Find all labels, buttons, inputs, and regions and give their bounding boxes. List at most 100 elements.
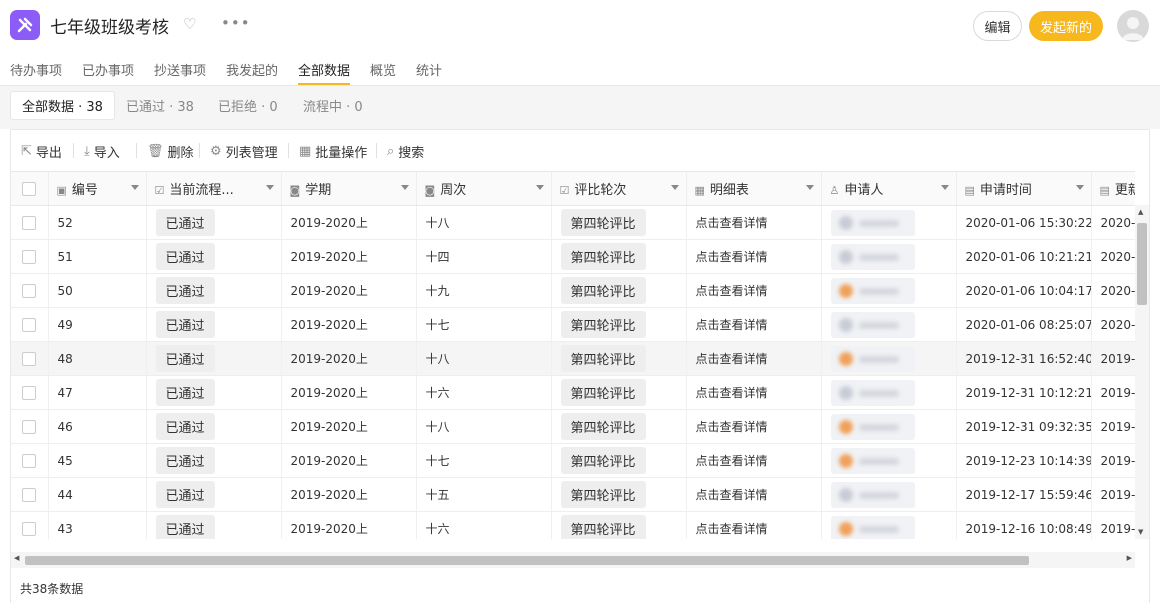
new-request-button[interactable]: 发起新的 [1029,11,1103,41]
export-button[interactable]: ⇱ 导出 [21,142,62,161]
filter-in-progress[interactable]: 流程中 · 0 [292,91,374,120]
chevron-down-icon[interactable] [130,185,139,190]
applicant-name-redacted [858,219,899,227]
tab-done[interactable]: 已办事项 [82,60,134,79]
row-checkbox[interactable] [22,215,36,230]
detail-value[interactable]: 点击查看详情 [696,386,768,400]
scroll-thumb[interactable] [1137,223,1147,305]
delete-button[interactable]: 🗑 删除 [147,142,194,161]
chevron-down-icon[interactable] [805,185,814,190]
column-header-time[interactable]: ▤ 申请时间 [956,171,1092,206]
tab-stats[interactable]: 统计 [416,60,442,79]
status-badge: 已通过 [155,481,215,508]
time-value: 2019-12-31 16:52:40 [965,351,1091,366]
detail-value[interactable]: 点击查看详情 [696,420,768,434]
cell-term: 2019-2020上 [281,409,417,444]
detail-value[interactable]: 点击查看详情 [696,216,768,230]
column-header-id[interactable]: ▣ 编号 [48,171,147,206]
table-row[interactable]: 52 已通过 2019-2020上 十八 第四轮评比 点击查看详情 2020-01-06 1… [11,205,1135,240]
update-value: 2019- [1100,453,1136,468]
edit-button[interactable]: 编辑 [973,11,1022,41]
table-row[interactable]: 51 已通过 2019-2020上 十四 第四轮评比 点击查看详情 2020-01-06 1… [11,239,1135,274]
round-badge: 第四轮评比 [560,311,646,338]
row-checkbox[interactable] [22,351,36,366]
table-row[interactable]: 49 已通过 2019-2020上 十七 第四轮评比 点击查看详情 2020-01-06 0… [11,307,1135,342]
column-header-applicant[interactable]: ♙ 申请人 [821,171,957,206]
detail-value[interactable]: 点击查看详情 [696,488,768,502]
column-header-update[interactable]: ▤更新时 [1091,171,1135,206]
row-checkbox[interactable] [22,283,36,298]
detail-value[interactable]: 点击查看详情 [696,318,768,332]
row-checkbox[interactable] [22,453,36,468]
detail-value[interactable]: 点击查看详情 [696,352,768,366]
chevron-down-icon[interactable] [940,185,949,190]
detail-value[interactable]: 点击查看详情 [696,284,768,298]
chevron-down-icon[interactable] [670,185,679,190]
cell-time: 2019-12-31 16:52:40 [956,341,1092,376]
tab-overview[interactable]: 概览 [370,60,396,79]
table-row[interactable]: 44 已通过 2019-2020上 十五 第四轮评比 点击查看详情 2019-12-17 1… [11,477,1135,512]
row-checkbox[interactable] [22,487,36,502]
table-row[interactable]: 43 已通过 2019-2020上 十六 第四轮评比 点击查看详情 2019-12-16 1… [11,511,1135,539]
active-tab-indicator [298,83,350,85]
column-header-detail[interactable]: ▦ 明细表 [686,171,822,206]
row-checkbox[interactable] [22,419,36,434]
divider [288,143,289,158]
scroll-left-icon[interactable]: ◀ [14,554,19,562]
table-row[interactable]: 50 已通过 2019-2020上 十九 第四轮评比 点击查看详情 2020-01-06 1… [11,273,1135,308]
applicant-avatar [838,351,853,366]
table-row[interactable]: 46 已通过 2019-2020上 十八 第四轮评比 点击查看详情 2019-12-31 0… [11,409,1135,444]
row-checkbox[interactable] [22,249,36,264]
column-header-term[interactable]: ◙ 学期 [281,171,417,206]
columns-button[interactable]: ⚙ 列表管理 [210,142,278,161]
round-badge: 第四轮评比 [560,379,646,406]
row-checkbox[interactable] [22,385,36,400]
cell-round: 第四轮评比 [551,409,687,444]
batch-button[interactable]: ▦ 批量操作 [299,142,367,161]
detail-value[interactable]: 点击查看详情 [696,454,768,468]
filter-approved[interactable]: 已通过 · 38 [115,91,205,120]
select-all-checkbox[interactable] [22,181,36,196]
filter-all[interactable]: 全部数据 · 38 [10,91,115,120]
table-row[interactable]: 48 已通过 2019-2020上 十八 第四轮评比 点击查看详情 2019-12-31 1… [11,341,1135,376]
status-badge: 已通过 [155,243,215,270]
heart-icon[interactable]: ♡ [183,15,196,33]
search-button[interactable]: ⌕ 搜索 [387,142,424,161]
vertical-scrollbar[interactable]: ▲ ▼ [1135,205,1149,539]
scroll-thumb[interactable] [25,556,1029,565]
cell-id: 47 [48,375,147,410]
cell-detail: 点击查看详情 [686,341,822,376]
horizontal-scrollbar[interactable]: ◀ ▶ [11,552,1135,568]
row-checkbox[interactable] [22,521,36,536]
table-row[interactable]: 47 已通过 2019-2020上 十六 第四轮评比 点击查看详情 2019-12-31 1… [11,375,1135,410]
tab-all-data[interactable]: 全部数据 [298,60,350,79]
scroll-down-icon[interactable]: ▼ [1138,528,1143,536]
tab-cc[interactable]: 抄送事项 [154,60,206,79]
column-header-round[interactable]: ☑ 评比轮次 [551,171,687,206]
filter-rejected[interactable]: 已拒绝 · 0 [207,91,289,120]
avatar[interactable] [1117,10,1149,42]
chevron-down-icon[interactable] [400,185,409,190]
import-button[interactable]: ⤓ 导入 [84,142,120,161]
column-header-status[interactable]: ☑ 当前流程... [146,171,282,206]
term-value: 2019-2020上 [290,454,368,468]
scroll-right-icon[interactable]: ▶ [1127,554,1132,562]
chevron-down-icon[interactable] [265,185,274,190]
table-row[interactable]: 45 已通过 2019-2020上 十七 第四轮评比 点击查看详情 2019-12-23 1… [11,443,1136,478]
tab-todo[interactable]: 待办事项 [10,60,62,79]
tab-initiated[interactable]: 我发起的 [226,60,278,79]
applicant-avatar [838,249,853,264]
scroll-up-icon[interactable]: ▲ [1138,208,1143,216]
chevron-down-icon[interactable] [1075,185,1084,190]
column-header-week[interactable]: ◙ 周次 [416,171,552,206]
chevron-down-icon[interactable] [535,185,544,190]
cell-status: 已通过 [146,375,282,410]
more-icon[interactable]: ••• [221,14,251,32]
round-badge: 第四轮评比 [560,345,646,372]
detail-value[interactable]: 点击查看详情 [696,522,768,536]
cell-status: 已通过 [146,341,282,376]
divider [376,143,377,158]
detail-value[interactable]: 点击查看详情 [696,250,768,264]
row-checkbox[interactable] [22,317,36,332]
id-value: 46 [57,419,73,434]
